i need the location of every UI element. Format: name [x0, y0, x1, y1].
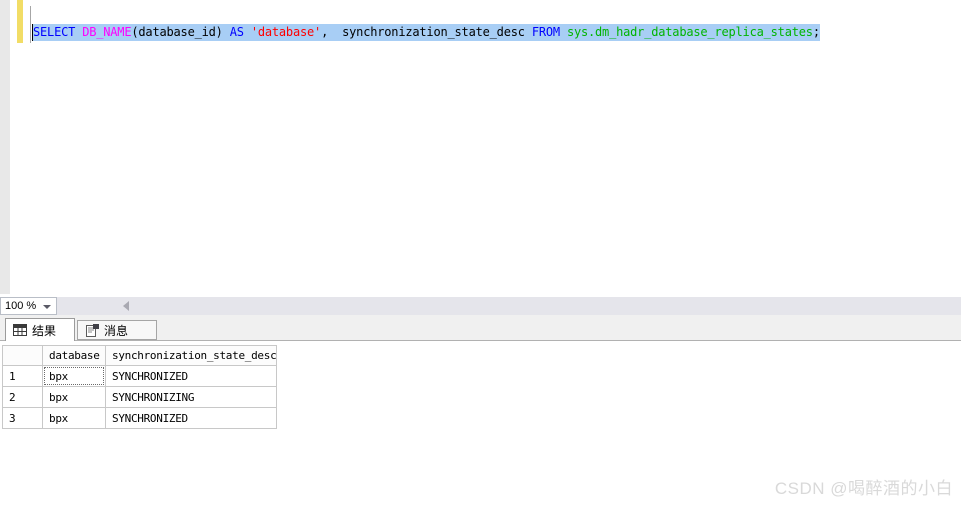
results-tab-strip: 结果 消息 [0, 315, 961, 341]
tab-results-label: 结果 [32, 322, 56, 339]
editor-gutter [0, 0, 10, 294]
chevron-down-icon[interactable] [43, 305, 51, 309]
tab-messages[interactable]: 消息 [77, 320, 157, 340]
sql-token: (database_id) [131, 25, 229, 39]
sql-editor[interactable]: SELECT DB_NAME(database_id) AS 'database… [0, 0, 961, 296]
table-grid-icon [13, 324, 27, 336]
cell-sync-state[interactable]: SYNCHRONIZING [106, 387, 277, 408]
zoom-level-value: 100 % [5, 300, 36, 312]
row-number[interactable]: 2 [3, 387, 43, 408]
sql-token: 'database' [251, 25, 321, 39]
sql-token: AS [230, 25, 251, 39]
sql-token: DB_NAME [82, 25, 131, 39]
sql-token: sys.dm_hadr_database_replica_states [567, 25, 813, 39]
cell-database[interactable]: bpx [43, 366, 106, 387]
results-header-row: database synchronization_state_desc [3, 346, 277, 366]
sql-token: ; [813, 25, 820, 39]
tab-messages-label: 消息 [104, 322, 128, 339]
change-tracking-bar [17, 0, 23, 43]
cell-sync-state[interactable]: SYNCHRONIZED [106, 408, 277, 429]
cell-database[interactable]: bpx [43, 408, 106, 429]
row-number[interactable]: 3 [3, 408, 43, 429]
column-header-database[interactable]: database [43, 346, 106, 366]
scroll-left-arrow-icon[interactable] [123, 301, 129, 311]
table-row: 3 bpx SYNCHRONIZED [3, 408, 277, 429]
row-number[interactable]: 1 [3, 366, 43, 387]
table-row: 2 bpx SYNCHRONIZING [3, 387, 277, 408]
zoom-level-dropdown[interactable]: 100 % [0, 297, 57, 315]
horizontal-scrollbar[interactable] [59, 297, 961, 315]
sql-code-line[interactable]: SELECT DB_NAME(database_id) AS 'database… [33, 24, 820, 41]
column-header-sync-state[interactable]: synchronization_state_desc [106, 346, 277, 366]
sql-token: SELECT [33, 25, 82, 39]
outline-margin-line [30, 6, 31, 43]
corner-header-cell[interactable] [3, 346, 43, 366]
message-document-icon [85, 324, 99, 337]
table-row: 1 bpx SYNCHRONIZED [3, 366, 277, 387]
sql-token: FROM [532, 25, 567, 39]
cell-sync-state[interactable]: SYNCHRONIZED [106, 366, 277, 387]
ssms-query-window: SELECT DB_NAME(database_id) AS 'database… [0, 0, 961, 505]
tab-results[interactable]: 结果 [5, 318, 75, 341]
cell-database[interactable]: bpx [43, 387, 106, 408]
results-grid: database synchronization_state_desc 1 bp… [2, 345, 277, 429]
watermark: CSDN @喝醉酒的小白 [775, 474, 953, 499]
editor-status-strip: 100 % [0, 297, 961, 315]
sql-token: , synchronization_state_desc [321, 25, 532, 39]
